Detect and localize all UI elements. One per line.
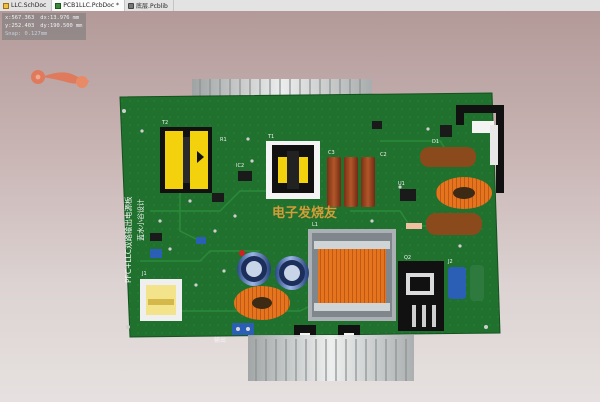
dy-value: 190.500 mm	[49, 23, 83, 29]
film-capacitor-bank[interactable]	[327, 157, 375, 207]
designator-label: C3	[328, 150, 335, 156]
dx-label: dx:	[40, 15, 50, 21]
schematic-doc-icon	[3, 2, 9, 9]
designator-label: R1	[220, 137, 227, 143]
designator-label: D1	[432, 139, 439, 145]
transformer-t2[interactable]	[160, 127, 212, 193]
designator-label: L1	[312, 222, 318, 228]
tab-pcb-library[interactable]: 底层.Pcblib	[125, 0, 174, 11]
pfc-choke-l1[interactable]	[308, 229, 396, 321]
output-label-silkscreen: 输出	[214, 336, 226, 344]
designator-label: T2	[161, 120, 168, 126]
tab-label: LLC.SchDoc	[11, 2, 47, 9]
toroid-inductor-right[interactable]	[436, 177, 492, 209]
snap-value: Snap: 0.127mm	[5, 31, 48, 37]
board-title-silkscreen: PFC+LLC双路输出电源板	[123, 196, 133, 283]
dx-value: 13.976 mm	[49, 15, 80, 21]
power-mosfet-block[interactable]	[398, 261, 444, 331]
designator-label: T1	[267, 134, 274, 140]
3d-pcb-viewport[interactable]: PFC+LLC双路输出电源板 蓝水小谷设计 电子发烧友 输出 T2 T1 L1 …	[0, 11, 600, 402]
tab-label: 底层.Pcblib	[136, 3, 168, 10]
pcb-3d-render: PFC+LLC双路输出电源板 蓝水小谷设计 电子发烧友 输出 T2 T1 L1 …	[31, 70, 504, 381]
tab-schematic[interactable]: LLC.SchDoc	[0, 0, 53, 11]
bottom-heatsink	[248, 335, 414, 381]
tab-pcb-document[interactable]: PCB1LLC.PcbDoc *	[52, 0, 126, 11]
tab-label: PCB1LLC.PcbDoc *	[63, 2, 120, 9]
designator-label: J1	[141, 271, 147, 277]
cursor-coordinate-readout: x:567.363 dx:13.976 mm y:252.403 dy:190.…	[2, 13, 86, 40]
watermark-text: 电子发烧友	[272, 205, 337, 221]
pcb-doc-icon	[55, 2, 62, 9]
designator-label: J2	[447, 259, 453, 265]
designator-label: IC2	[236, 163, 244, 169]
y-value: 252.403	[11, 23, 35, 29]
library-doc-icon	[128, 2, 135, 9]
toroid-inductor-left[interactable]	[234, 286, 290, 320]
designator-label: Q2	[404, 255, 411, 261]
output-capacitor[interactable]	[448, 265, 484, 301]
transformer-t1[interactable]	[266, 141, 320, 199]
designator-label: C2	[380, 152, 387, 158]
designator-label: U1	[398, 181, 405, 187]
board-subtitle-silkscreen: 蓝水小谷设计	[136, 199, 145, 241]
x-value: 567.363	[11, 15, 35, 21]
rotation-axis-gizmo-icon[interactable]	[31, 70, 90, 88]
input-connector-j1[interactable]	[140, 279, 182, 321]
dy-label: dy:	[40, 23, 50, 29]
